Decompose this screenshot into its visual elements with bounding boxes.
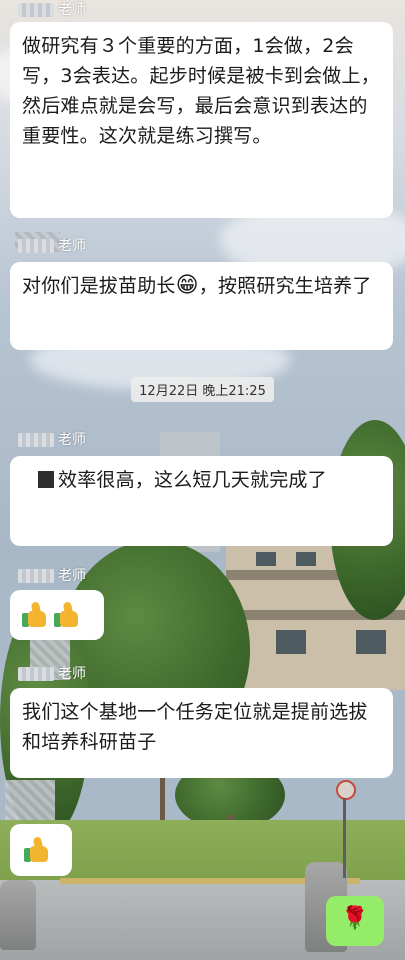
message-bubble[interactable]: 效率很高，这么短几天就完成了 bbox=[10, 456, 393, 546]
grin-emoji-icon: 😁 bbox=[175, 273, 199, 298]
sender-name: 老师 bbox=[58, 238, 86, 254]
thumbs-up-icon bbox=[54, 600, 82, 629]
message-sender: 老师 bbox=[18, 430, 86, 450]
message-bubble[interactable]: 做研究有３个重要的方面，1会做，2会写，3会表达。起步时候是被卡到会做上，然后难… bbox=[10, 22, 393, 218]
redacted-name bbox=[18, 667, 54, 681]
sign-pole bbox=[343, 798, 346, 878]
message-sender: 老师 bbox=[18, 0, 86, 20]
thumbs-up-icon bbox=[22, 600, 50, 629]
redacted-name bbox=[18, 569, 54, 583]
message-text: ，按照研究生培养了 bbox=[198, 275, 372, 297]
emoji-bubble[interactable] bbox=[10, 824, 72, 876]
rose-emoji-icon: 🌹 bbox=[341, 906, 369, 931]
sender-name: 老师 bbox=[58, 666, 86, 682]
sender-name: 老师 bbox=[58, 432, 86, 448]
sender-name: 老师 bbox=[58, 568, 86, 584]
redacted-name bbox=[18, 3, 54, 17]
redacted-avatar bbox=[5, 780, 55, 820]
message-sender: 老师 bbox=[18, 566, 86, 586]
message-bubble[interactable]: 对你们是拔苗助长😁，按照研究生培养了 bbox=[10, 262, 393, 350]
stone-pillar bbox=[0, 880, 36, 950]
message-text: 做研究有３个重要的方面，1会做，2会写，3会表达。起步时候是被卡到会做上，然后难… bbox=[22, 35, 380, 147]
message-sender: 老师 bbox=[18, 236, 86, 256]
outgoing-bubble[interactable]: 🌹 bbox=[326, 896, 384, 946]
message-text: 对你们是拔苗助长 bbox=[22, 275, 176, 297]
traffic-sign bbox=[336, 780, 356, 800]
timestamp: 12月22日 晚上21:25 bbox=[0, 377, 405, 402]
sender-name: 老师 bbox=[58, 2, 86, 18]
timestamp-label: 12月22日 晚上21:25 bbox=[131, 377, 274, 402]
emoji-bubble[interactable] bbox=[10, 590, 104, 640]
message-bubble[interactable]: 我们这个基地一个任务定位就是提前选拔和培养科研苗子 bbox=[10, 688, 393, 778]
redacted-name bbox=[18, 433, 54, 447]
redacted-name bbox=[18, 239, 54, 253]
message-sender: 老师 bbox=[18, 664, 86, 684]
message-text: 我们这个基地一个任务定位就是提前选拔和培养科研苗子 bbox=[22, 701, 368, 753]
thumbs-up-icon bbox=[24, 835, 52, 864]
redacted-text bbox=[38, 471, 54, 488]
message-text: 效率很高，这么短几天就完成了 bbox=[58, 469, 327, 491]
